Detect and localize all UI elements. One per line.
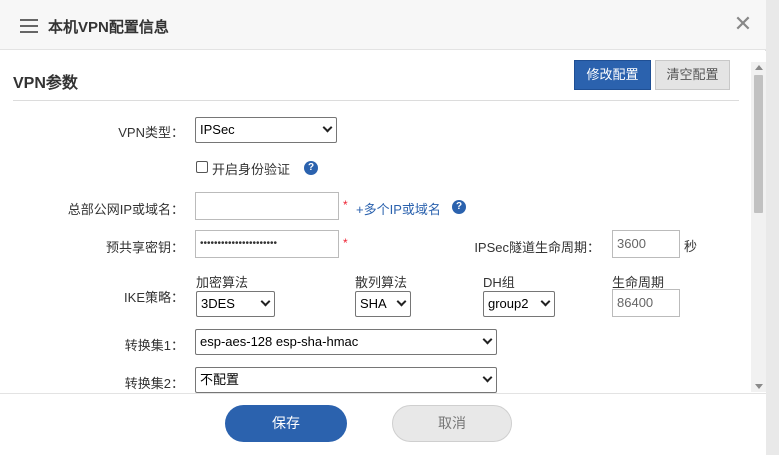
ike-encrypt-label: 加密算法: [196, 275, 249, 290]
ike-hash-select[interactable]: SHA: [355, 291, 411, 317]
add-more-ip-link[interactable]: +多个IP或域名: [356, 199, 441, 218]
menu-icon: [20, 19, 38, 33]
ike-encrypt-select[interactable]: 3DES: [196, 291, 275, 317]
chevron-down-icon: [482, 372, 493, 383]
transform2-value: 不配置: [200, 372, 240, 387]
tunnel-lifetime-unit: 秒: [684, 239, 698, 254]
vpn-type-label: VPN类型：: [118, 125, 184, 140]
ike-dh-select[interactable]: group2: [483, 291, 555, 317]
ike-hash-label: 散列算法: [355, 275, 408, 290]
help-icon[interactable]: ?: [452, 200, 466, 214]
transform1-label: 转换集1：: [124, 338, 184, 353]
hq-ip-label: 总部公网IP或域名：: [67, 202, 184, 217]
ike-hash-value: SHA: [360, 296, 387, 311]
scroll-up-icon[interactable]: [755, 65, 763, 70]
transform1-select[interactable]: esp-aes-128 esp-sha-hmac: [195, 329, 497, 355]
required-mark: *: [343, 198, 348, 212]
ike-dh-label: DH组: [483, 275, 515, 290]
dialog-footer: 保存 取消: [0, 393, 766, 455]
help-icon[interactable]: ?: [304, 161, 318, 175]
ike-dh-value: group2: [488, 296, 529, 311]
chevron-down-icon: [540, 296, 551, 307]
chevron-down-icon: [260, 296, 271, 307]
content-scrollbar[interactable]: [751, 62, 766, 392]
ike-policy-label: IKE策略：: [124, 290, 184, 305]
scroll-down-icon[interactable]: [755, 384, 763, 389]
transform2-label: 转换集2：: [124, 376, 184, 391]
save-button[interactable]: 保存: [225, 405, 347, 442]
dialog-titlebar: 本机VPN配置信息 ✕: [0, 0, 766, 50]
transform2-select[interactable]: 不配置: [195, 367, 497, 393]
vpn-type-select[interactable]: IPSec: [195, 117, 337, 143]
modify-config-button[interactable]: 修改配置: [574, 60, 651, 90]
chevron-down-icon: [322, 122, 333, 133]
vpn-config-dialog: 本机VPN配置信息 ✕ VPN参数 修改配置 清空配置 VPN类型： IPSec…: [0, 0, 766, 455]
ike-lifetime-input[interactable]: 86400: [612, 289, 680, 317]
psk-label: 预共享密钥：: [105, 240, 184, 255]
scroll-thumb[interactable]: [754, 75, 763, 213]
tunnel-lifetime-label: IPSec隧道生命周期：: [474, 240, 600, 255]
section-divider: [13, 100, 739, 101]
close-icon[interactable]: ✕: [733, 13, 753, 35]
transform1-value: esp-aes-128 esp-sha-hmac: [200, 334, 359, 349]
required-mark: *: [343, 236, 348, 250]
auth-checkbox[interactable]: [196, 161, 208, 173]
cancel-button[interactable]: 取消: [392, 405, 512, 442]
tunnel-lifetime-input[interactable]: 3600: [612, 230, 680, 258]
auth-label: 开启身份验证: [212, 162, 291, 177]
section-title: VPN参数: [13, 75, 78, 92]
clear-config-button[interactable]: 清空配置: [655, 60, 730, 90]
hq-ip-input[interactable]: [195, 192, 339, 220]
vpn-type-value: IPSec: [200, 122, 235, 137]
psk-input[interactable]: ••••••••••••••••••••••: [195, 230, 339, 258]
dialog-content: VPN参数 修改配置 清空配置 VPN类型： IPSec 开启身份验证 ? 总部…: [0, 51, 766, 393]
dialog-title: 本机VPN配置信息: [48, 19, 169, 36]
chevron-down-icon: [482, 334, 493, 345]
chevron-down-icon: [396, 296, 407, 307]
ike-encrypt-value: 3DES: [201, 296, 235, 311]
